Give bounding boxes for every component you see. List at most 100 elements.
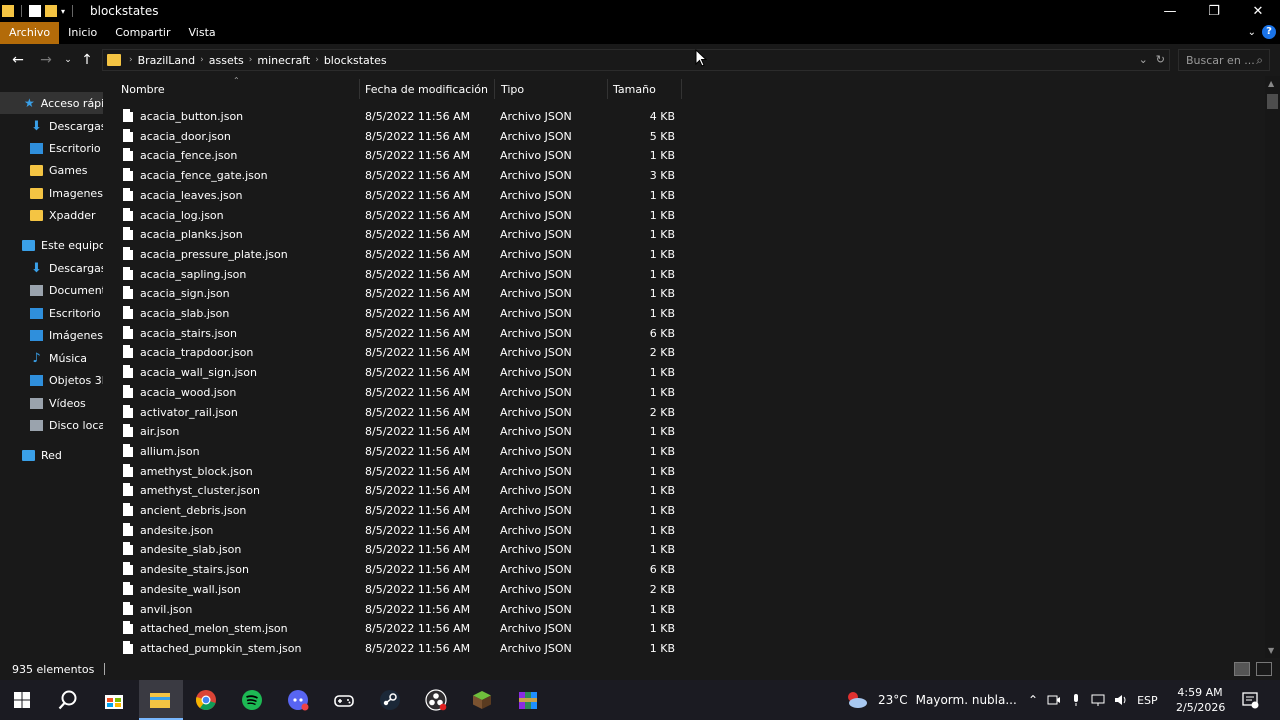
file-row[interactable]: allium.json 8/5/2022 11:56 AM Archivo JSON… [103, 441, 683, 461]
expand-ribbon-icon[interactable]: ⌄ [1248, 27, 1256, 38]
file-row[interactable]: acacia_fence_gate.json 8/5/2022 11:56 AM A… [103, 165, 683, 185]
address-bar[interactable]: › BrazilLand › assets › minecraft › bloc… [102, 49, 1170, 71]
maximize-button[interactable]: ❐ [1192, 0, 1236, 22]
tab-archivo[interactable]: Archivo [0, 22, 60, 44]
file-row[interactable]: andesite_wall.json 8/5/2022 11:56 AM Archi… [103, 579, 683, 599]
customize-toolbar-icon[interactable]: ▾ [61, 7, 65, 16]
back-icon[interactable]: ← [8, 50, 28, 70]
breadcrumb-blockstates[interactable]: blockstates [319, 54, 392, 67]
chevron-down-icon[interactable]: ⌄ [1139, 53, 1148, 66]
scrollbar-thumb[interactable] [1267, 94, 1278, 109]
file-row[interactable]: attached_pumpkin_stem.json 8/5/2022 11:56… [103, 638, 683, 658]
file-row[interactable]: activator_rail.json 8/5/2022 11:56 AM Arch… [103, 402, 683, 422]
tab-inicio[interactable]: Inicio [59, 22, 106, 44]
large-icons-view-icon[interactable] [1256, 662, 1272, 676]
network-icon[interactable] [1091, 693, 1105, 707]
refresh-icon[interactable]: ↻ [1156, 53, 1165, 66]
file-row[interactable]: amethyst_block.json 8/5/2022 11:56 AM Arch… [103, 461, 683, 481]
file-row[interactable]: acacia_leaves.json 8/5/2022 11:56 AM Archi… [103, 185, 683, 205]
spotify-icon[interactable] [240, 688, 264, 712]
column-divider[interactable] [681, 79, 682, 99]
up-icon[interactable]: ↑ [77, 50, 97, 70]
file-row[interactable]: acacia_stairs.json 8/5/2022 11:56 AM Archi… [103, 323, 683, 343]
sidebar-item-imagenes[interactable]: Imágenes [0, 324, 103, 346]
meet-now-icon[interactable] [1047, 693, 1061, 707]
file-explorer-icon[interactable] [148, 688, 172, 712]
file-row[interactable]: acacia_sapling.json 8/5/2022 11:56 AM Arch… [103, 264, 683, 284]
column-divider[interactable] [494, 79, 495, 99]
language-indicator[interactable]: ESP [1137, 694, 1158, 707]
chrome-icon[interactable] [194, 688, 218, 712]
sidebar-item-objetos-3d[interactable]: Objetos 3D [0, 369, 103, 391]
tab-vista[interactable]: Vista [180, 22, 225, 44]
file-row[interactable]: air.json 8/5/2022 11:56 AM Archivo JSON 1 K… [103, 421, 683, 441]
scroll-up-icon[interactable]: ▲ [1268, 79, 1274, 88]
column-header-tamano[interactable]: Tamaño [613, 76, 656, 102]
sidebar-item-imagenes-2[interactable]: Imagenes 2 [0, 182, 103, 204]
file-row[interactable]: acacia_pressure_plate.json 8/5/2022 11:56… [103, 244, 683, 264]
sidebar-item-descargas[interactable]: ⬇ Descargas [0, 257, 103, 279]
store-icon[interactable] [102, 688, 126, 712]
file-row[interactable]: anvil.json 8/5/2022 11:56 AM Archivo JSON 1… [103, 599, 683, 619]
minimize-button[interactable]: — [1148, 0, 1192, 22]
discord-icon[interactable] [286, 688, 310, 712]
sidebar-item-descargas-quick[interactable]: ⬇ Descargas [0, 115, 103, 137]
notification-icon[interactable] [1241, 691, 1259, 709]
file-row[interactable]: acacia_wall_sign.json 8/5/2022 11:56 AM Ar… [103, 362, 683, 382]
sidebar-item-disco-local[interactable]: Disco local (C:) [0, 414, 103, 436]
new-folder-icon[interactable] [45, 5, 57, 17]
file-row[interactable]: andesite_stairs.json 8/5/2022 11:56 AM Arc… [103, 559, 683, 579]
steam-icon[interactable] [378, 688, 402, 712]
file-row[interactable]: amethyst_cluster.json 8/5/2022 11:56 AM Ar… [103, 480, 683, 500]
column-header-nombre[interactable]: Nombre [121, 76, 165, 102]
properties-icon[interactable] [29, 5, 41, 17]
file-row[interactable]: acacia_trapdoor.json 8/5/2022 11:56 AM Arc… [103, 342, 683, 362]
recent-locations-icon[interactable]: ⌄ [58, 50, 78, 70]
column-divider[interactable] [607, 79, 608, 99]
breadcrumb-assets[interactable]: assets [204, 54, 249, 67]
sidebar-item-xpadder[interactable]: Xpadder [0, 204, 96, 226]
sidebar-item-este-equipo[interactable]: Este equipo [0, 234, 103, 256]
show-hidden-icons-icon[interactable]: ⌃ [1028, 693, 1038, 707]
minecraft-icon[interactable] [470, 688, 494, 712]
close-button[interactable]: ✕ [1236, 0, 1280, 22]
file-row[interactable]: andesite.json 8/5/2022 11:56 AM Archivo JS… [103, 520, 683, 540]
tab-compartir[interactable]: Compartir [106, 22, 179, 44]
details-view-icon[interactable] [1234, 662, 1250, 676]
search-icon[interactable] [56, 688, 80, 712]
microphone-icon[interactable] [1070, 693, 1082, 707]
start-icon[interactable] [10, 688, 34, 712]
file-row[interactable]: acacia_planks.json 8/5/2022 11:56 AM Archi… [103, 224, 683, 244]
file-row[interactable]: acacia_slab.json 8/5/2022 11:56 AM Archivo… [103, 303, 683, 323]
sidebar-item-games[interactable]: Games [0, 159, 87, 181]
file-row[interactable]: ancient_debris.json 8/5/2022 11:56 AM Arch… [103, 500, 683, 520]
forward-icon[interactable]: → [36, 50, 56, 70]
file-row[interactable]: acacia_log.json 8/5/2022 11:56 AM Archivo … [103, 205, 683, 225]
sidebar-item-red[interactable]: Red [0, 444, 62, 466]
column-header-fecha[interactable]: Fecha de modificación [365, 76, 488, 102]
sidebar-item-escritorio-quick[interactable]: Escritorio [0, 137, 101, 159]
sidebar-item-documentos[interactable]: Documentos [0, 279, 103, 301]
file-row[interactable]: acacia_fence.json 8/5/2022 11:56 AM Archiv… [103, 145, 683, 165]
file-row[interactable]: acacia_sign.json 8/5/2022 11:56 AM Archivo… [103, 283, 683, 303]
weather-widget[interactable]: 23°C Mayorm. nubla... [844, 680, 1017, 720]
sidebar-item-escritorio[interactable]: Escritorio [0, 302, 101, 324]
file-row[interactable]: attached_melon_stem.json 8/5/2022 11:56 A… [103, 618, 683, 638]
obs-icon[interactable] [424, 688, 448, 712]
file-row[interactable]: acacia_wood.json 8/5/2022 11:56 AM Archivo… [103, 382, 683, 402]
sidebar-item-videos[interactable]: Vídeos [0, 392, 86, 414]
file-row[interactable]: andesite_slab.json 8/5/2022 11:56 AM Archi… [103, 539, 683, 559]
search-input[interactable]: Buscar en ... ⌕ [1178, 49, 1270, 71]
file-row[interactable]: acacia_door.json 8/5/2022 11:56 AM Archivo… [103, 126, 683, 146]
sidebar-item-musica[interactable]: ♪ Música [0, 347, 87, 369]
vertical-scrollbar[interactable]: ▲ ▼ [1265, 76, 1280, 658]
sidebar-item-acceso-rapido[interactable]: ★ Acceso rápido [0, 92, 103, 114]
volume-icon[interactable] [1114, 693, 1128, 707]
winrar-icon[interactable] [516, 688, 540, 712]
file-row[interactable]: acacia_button.json 8/5/2022 11:56 AM Archi… [103, 106, 683, 126]
column-header-tipo[interactable]: Tipo [501, 76, 524, 102]
breadcrumb-minecraft[interactable]: minecraft [252, 54, 315, 67]
gamepad-icon[interactable] [332, 688, 356, 712]
breadcrumb-brazilland[interactable]: BrazilLand [133, 54, 201, 67]
clock[interactable]: 4:59 AM 2/5/2026 [1176, 685, 1225, 715]
